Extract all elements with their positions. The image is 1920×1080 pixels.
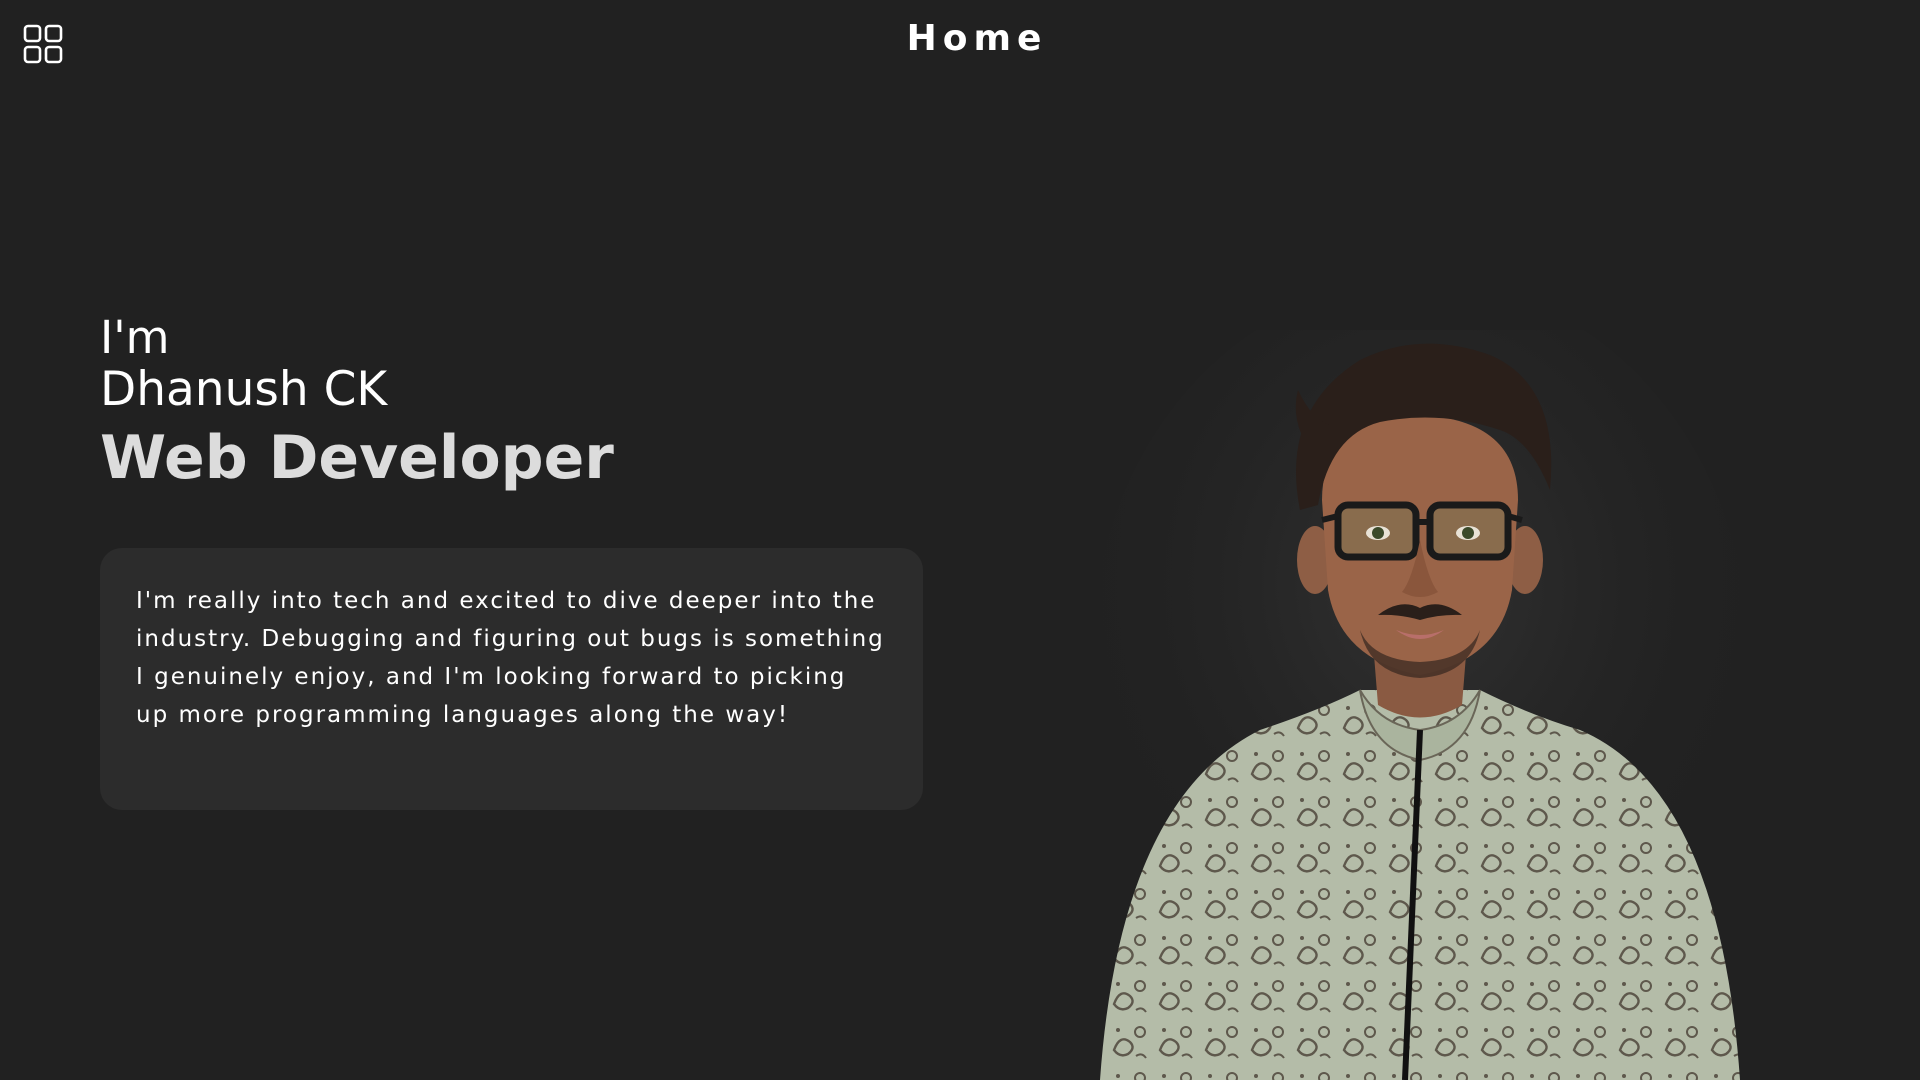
about-card: I'm really into tech and excited to dive… [100, 548, 923, 810]
hero-name: Dhanush CK [100, 362, 388, 417]
about-text: I'm really into tech and excited to dive… [136, 588, 885, 728]
home-page: Home I'm Dhanush CK Web Developer I'm re… [0, 0, 1920, 1080]
hero-role: Web Developer [100, 423, 614, 493]
hero-greeting: I'm [100, 311, 170, 364]
profile-photo [1060, 330, 1780, 1080]
page-title: Home [906, 18, 1048, 59]
portrait-illustration [1090, 330, 1750, 1080]
hero-intro: I'm Dhanush CK Web Developer [100, 312, 800, 496]
